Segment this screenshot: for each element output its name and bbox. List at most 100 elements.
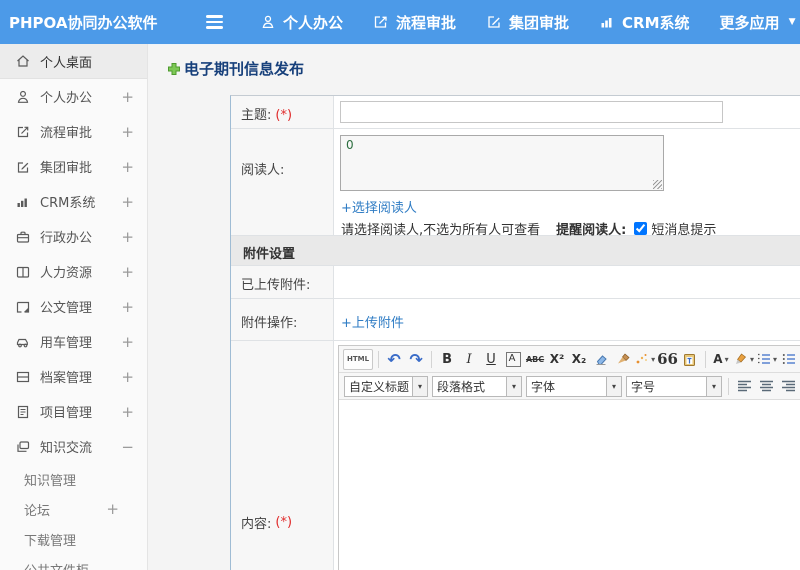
- expand-icon[interactable]: +: [121, 123, 134, 141]
- home-icon: [15, 53, 31, 69]
- italic-button[interactable]: I: [459, 349, 479, 370]
- main-content: 电子期刊信息发布 主题: (*) 阅读人: 0 +选择阅读人 请选择阅读人,不选…: [148, 44, 800, 570]
- car-icon: [15, 334, 31, 350]
- caret-down-icon: ▾: [749, 354, 754, 364]
- sidebar-item-group-approval[interactable]: 集团审批 +: [0, 149, 147, 184]
- sidebar-item-archives[interactable]: 档案管理 +: [0, 359, 147, 394]
- subject-input[interactable]: [340, 101, 723, 123]
- upload-attachment-link[interactable]: +上传附件: [341, 312, 404, 331]
- unordered-list-icon[interactable]: [779, 349, 799, 370]
- readers-textarea[interactable]: 0: [340, 135, 664, 191]
- strikethrough-button[interactable]: ABC: [525, 349, 545, 370]
- sms-remind-checkbox[interactable]: [634, 222, 648, 235]
- undo-icon[interactable]: ↶: [384, 349, 404, 370]
- sidebar-item-personal-office[interactable]: 个人办公 +: [0, 79, 147, 114]
- expand-icon[interactable]: +: [106, 500, 119, 518]
- expand-icon[interactable]: +: [121, 333, 134, 351]
- sidebar-item-label: 行政办公: [40, 231, 93, 246]
- sidebar-item-label: 档案管理: [40, 371, 93, 386]
- align-center-icon[interactable]: [756, 376, 776, 397]
- select-readers-link[interactable]: +选择阅读人: [341, 197, 417, 216]
- attachment-section-header: 附件设置: [231, 236, 800, 266]
- ordered-list-icon[interactable]: ▾: [756, 349, 777, 370]
- uploaded-attachments-label: 已上传附件:: [231, 266, 334, 298]
- editor-toolbar-row1: HTML ↶ ↷ B I U A ABC X² X₂ ▾ 66 A ▾ ▾ ▾: [339, 346, 800, 373]
- sidebar-subitem-label: 公共文件柜: [24, 560, 89, 570]
- required-mark: (*): [275, 514, 293, 530]
- sidebar-item-crm[interactable]: CRM系统 +: [0, 184, 147, 219]
- highlight-icon[interactable]: ▾: [733, 349, 754, 370]
- collapse-icon[interactable]: −: [121, 438, 134, 456]
- html-source-button[interactable]: HTML: [343, 348, 374, 370]
- editor-content-area[interactable]: [339, 400, 800, 570]
- blockquote-button[interactable]: 66: [657, 349, 678, 370]
- topnav-label: 更多应用: [719, 13, 780, 32]
- sidebar-subitem-downloads[interactable]: 下载管理: [0, 524, 147, 554]
- align-right-icon[interactable]: [778, 376, 798, 397]
- sidebar-item-label: 集团审批: [40, 161, 93, 176]
- underline-button[interactable]: U: [481, 349, 501, 370]
- font-color-button[interactable]: A ▾: [711, 349, 731, 370]
- chat-icon: [15, 439, 31, 455]
- expand-icon[interactable]: +: [121, 298, 134, 316]
- project-icon: [15, 404, 31, 420]
- sidebar-item-label: CRM系统: [40, 196, 96, 211]
- eraser-icon[interactable]: [591, 349, 611, 370]
- sidebar-subitem-forum[interactable]: 论坛 +: [0, 494, 147, 524]
- expand-icon[interactable]: +: [121, 193, 134, 211]
- expand-icon[interactable]: +: [121, 368, 134, 386]
- edit-icon: [15, 159, 31, 175]
- redo-icon[interactable]: ↷: [406, 349, 426, 370]
- sidebar-item-projects[interactable]: 项目管理 +: [0, 394, 147, 429]
- app-title: PHPOA协同办公软件: [9, 13, 158, 32]
- font-family-select[interactable]: 字体 ▾: [526, 375, 622, 397]
- bar-chart-icon: [599, 14, 615, 30]
- caret-down-icon: ▼: [788, 17, 796, 27]
- process-icon: [15, 124, 31, 140]
- sidebar-subitem-public-cabinet[interactable]: 公共文件柜: [0, 554, 147, 570]
- topnav-more-apps[interactable]: 更多应用 ▼: [720, 12, 796, 33]
- sidebar-item-admin-office[interactable]: 行政办公 +: [0, 219, 147, 254]
- topnav-personal-office[interactable]: 个人办公: [260, 12, 343, 33]
- sidebar-subitem-label: 知识管理: [24, 473, 77, 489]
- paragraph-format-select[interactable]: 段落格式 ▾: [432, 375, 522, 397]
- editor-toolbar-row2: 自定义标题 ▾ 段落格式 ▾ 字体 ▾ 字号 ▾: [339, 373, 800, 400]
- font-style-button[interactable]: A: [505, 351, 521, 367]
- sidebar-item-documents[interactable]: 公文管理 +: [0, 289, 147, 324]
- caret-down-icon: ▾: [706, 376, 721, 396]
- sidebar-item-hr[interactable]: 人力资源 +: [0, 254, 147, 289]
- sidebar-item-workflow[interactable]: 流程审批 +: [0, 114, 147, 149]
- menu-toggle-icon[interactable]: [206, 15, 226, 29]
- add-plus-icon: [167, 62, 181, 76]
- sidebar-item-label: 项目管理: [40, 406, 93, 421]
- superscript-button[interactable]: X²: [547, 349, 567, 370]
- sidebar-item-vehicles[interactable]: 用车管理 +: [0, 324, 147, 359]
- topnav-crm[interactable]: CRM系统: [599, 12, 690, 33]
- expand-icon[interactable]: +: [121, 263, 134, 281]
- subject-label: 主题: (*): [231, 96, 334, 128]
- custom-heading-select[interactable]: 自定义标题 ▾: [344, 375, 428, 397]
- expand-icon[interactable]: +: [121, 158, 134, 176]
- topnav-label: 集团审批: [509, 13, 570, 32]
- caret-down-icon: ▾: [651, 354, 656, 364]
- topnav-workflow[interactable]: 流程审批: [373, 12, 456, 33]
- sidebar-subitem-knowledge-mgmt[interactable]: 知识管理: [0, 464, 147, 494]
- paste-text-icon[interactable]: [680, 349, 700, 370]
- sidebar-item-knowledge[interactable]: 知识交流 −: [0, 429, 147, 464]
- sidebar-item-label: 人力资源: [40, 266, 93, 281]
- bar-chart-icon: [15, 194, 31, 210]
- format-brush-icon[interactable]: [613, 349, 633, 370]
- user-icon: [15, 89, 31, 105]
- auto-typeset-icon[interactable]: ▾: [635, 349, 655, 370]
- bold-button[interactable]: B: [437, 349, 457, 370]
- align-left-icon[interactable]: [734, 376, 754, 397]
- expand-icon[interactable]: +: [121, 228, 134, 246]
- sidebar-item-label: 个人办公: [40, 91, 93, 106]
- sidebar-item-label: 知识交流: [40, 441, 93, 456]
- expand-icon[interactable]: +: [121, 88, 134, 106]
- topnav-group-approval[interactable]: 集团审批: [486, 12, 569, 33]
- font-size-select[interactable]: 字号 ▾: [626, 375, 722, 397]
- subscript-button[interactable]: X₂: [569, 349, 589, 370]
- sidebar-item-personal-desktop[interactable]: 个人桌面: [0, 44, 147, 79]
- expand-icon[interactable]: +: [121, 403, 134, 421]
